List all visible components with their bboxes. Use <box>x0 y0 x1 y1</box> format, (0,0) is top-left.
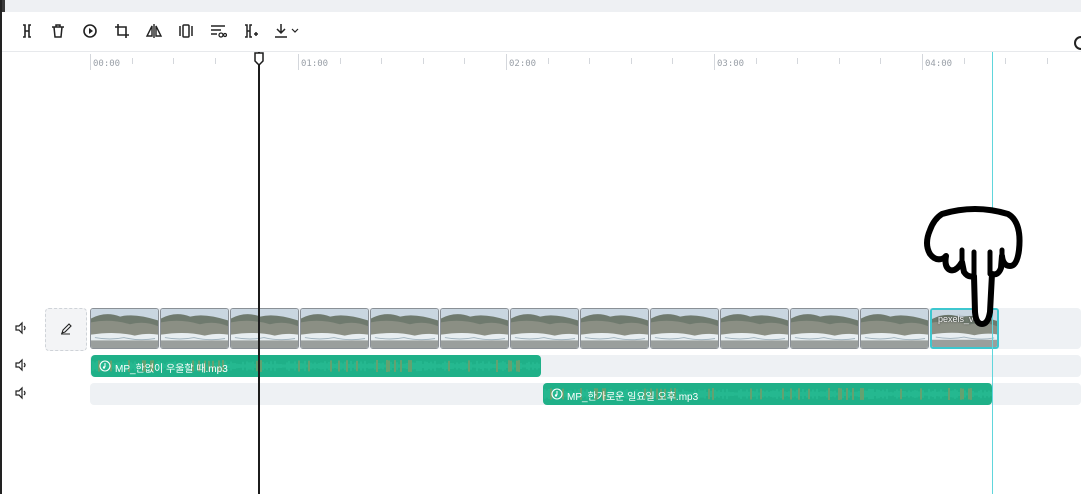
audio-clip-2[interactable]: MP_한가로운 일요일 오후.mp3 <box>543 383 992 405</box>
speaker-icon <box>15 386 26 400</box>
ruler-major-tick <box>506 54 507 70</box>
ruler-minor-tick <box>589 58 591 64</box>
ruler-minor-tick <box>422 58 424 64</box>
ruler-label: 02:00 <box>509 59 537 69</box>
music-note-icon <box>99 360 111 372</box>
ruler-minor-tick <box>838 58 840 64</box>
ruler-minor-tick <box>339 58 341 64</box>
ruler-minor-tick <box>797 58 799 64</box>
cover-edit-button[interactable] <box>45 308 87 351</box>
ruler-major-tick <box>298 54 299 70</box>
playhead[interactable] <box>258 52 260 494</box>
ruler-label: 03:00 <box>717 59 745 69</box>
speed-icon <box>83 24 97 38</box>
ruler-minor-tick <box>547 58 549 64</box>
video-thumbnail <box>160 308 229 349</box>
more-icon[interactable] <box>1074 36 1081 50</box>
ruler-minor-tick <box>464 58 466 64</box>
split-icon <box>23 24 31 38</box>
crop-icon <box>115 24 129 38</box>
timeline-toolbar <box>0 12 1081 52</box>
video-thumbnail <box>370 308 439 349</box>
video-thumbnail <box>440 308 509 349</box>
ruler-major-tick <box>714 54 715 70</box>
audio-clip-1[interactable]: MP_한없이 우울할 때.mp3 <box>91 355 541 377</box>
ruler-minor-tick <box>131 58 133 64</box>
time-ruler[interactable]: 00:00 01:00 02:00 03:00 04:00 <box>88 52 1081 76</box>
speaker-icon <box>15 358 26 372</box>
audio-separate-icon <box>211 25 227 38</box>
speaker-icon <box>15 321 26 335</box>
ruler-minor-tick <box>963 58 965 64</box>
ruler-major-tick <box>922 54 923 70</box>
music-note-icon <box>551 388 563 400</box>
video-thumbnail <box>650 308 719 349</box>
ruler-minor-tick <box>1046 58 1048 64</box>
left-edge <box>0 0 2 494</box>
video-track-volume[interactable] <box>14 321 30 335</box>
audio-clip-2-label: MP_한가로운 일요일 오후.mp3 <box>567 392 699 403</box>
top-strip <box>0 0 1081 12</box>
download-button[interactable] <box>272 22 302 40</box>
crop-button[interactable] <box>113 22 131 40</box>
ruler-minor-tick <box>381 58 383 64</box>
audio-separate-button[interactable] <box>209 22 227 40</box>
ruler-minor-tick <box>173 58 175 64</box>
ruler-minor-tick <box>630 58 632 64</box>
ruler-minor-tick <box>1005 58 1007 64</box>
video-thumbnail <box>860 308 929 349</box>
ruler-label: 01:00 <box>301 59 329 69</box>
pointing-hand-cursor-icon <box>924 206 1023 327</box>
ruler-minor-tick <box>880 58 882 64</box>
ruler-label: 00:00 <box>93 59 121 69</box>
video-thumbnail <box>230 308 299 349</box>
ruler-label: 04:00 <box>925 59 953 69</box>
video-thumbnail <box>90 308 159 349</box>
split-audio-icon <box>245 24 258 38</box>
speed-button[interactable] <box>81 22 99 40</box>
flip-icon <box>145 24 163 38</box>
pencil-icon <box>61 323 72 335</box>
freeze-frame-icon <box>179 24 193 38</box>
ruler-minor-tick <box>672 58 674 64</box>
delete-button[interactable] <box>49 22 67 40</box>
split-button[interactable] <box>18 22 36 40</box>
video-thumbnail <box>510 308 579 349</box>
split-audio-button[interactable] <box>241 22 259 40</box>
ruler-minor-tick <box>755 58 757 64</box>
audio-clip-1-label: MP_한없이 우울할 때.mp3 <box>115 364 228 375</box>
video-thumbnail <box>720 308 789 349</box>
delete-icon <box>52 24 64 38</box>
flip-button[interactable] <box>145 22 163 40</box>
ruler-major-tick <box>90 54 91 70</box>
video-thumbnail <box>580 308 649 349</box>
freeze-frame-button[interactable] <box>177 22 195 40</box>
audio-track-2-volume[interactable] <box>14 386 30 400</box>
audio-track-1-volume[interactable] <box>14 358 30 372</box>
video-thumbnail <box>790 308 859 349</box>
download-icon <box>275 24 299 38</box>
video-thumbnail <box>300 308 369 349</box>
playhead-handle[interactable] <box>254 52 264 66</box>
ruler-minor-tick <box>214 58 216 64</box>
